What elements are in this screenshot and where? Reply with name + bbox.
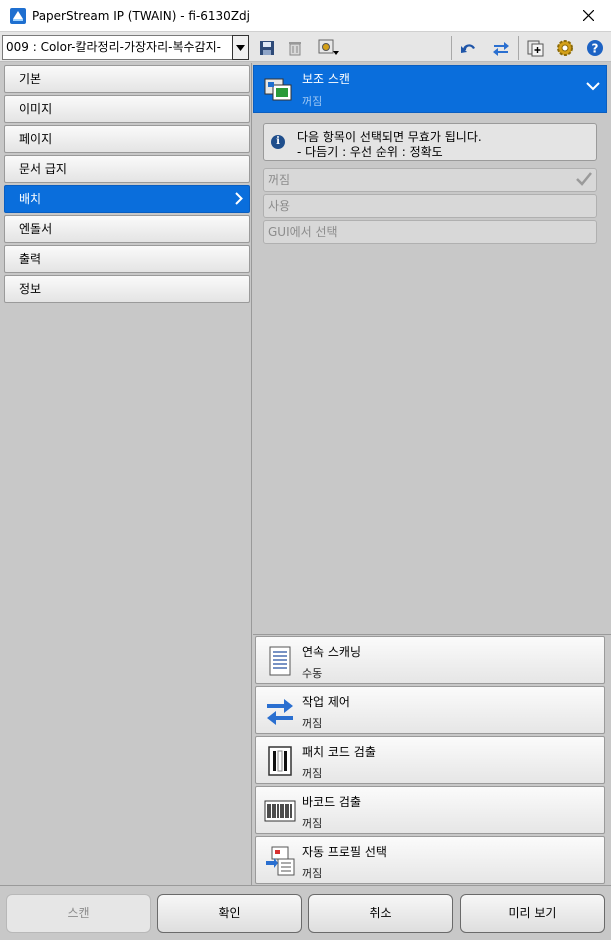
sidebar-item-label: 출력 (19, 252, 42, 266)
info-text-line2: - 다듬기 : 우선 순위 : 정확도 (297, 145, 443, 159)
cancel-button[interactable]: 취소 (308, 894, 453, 933)
sidebar-item-label: 기본 (19, 72, 42, 86)
sidebar-item-endorser[interactable]: 엔돌서 (4, 215, 250, 243)
undo-button[interactable] (458, 37, 480, 59)
panel-value: 꺼짐 (302, 95, 323, 108)
undo-icon (461, 44, 475, 53)
feature-title: 작업 제어 (302, 695, 350, 709)
feature-patch-code[interactable]: 패치 코드 검출 꺼짐 (255, 736, 605, 784)
feature-value: 꺼짐 (302, 767, 323, 780)
feature-title: 패치 코드 검출 (302, 745, 376, 759)
assist-scan-header[interactable]: 보조 스캔 꺼짐 (253, 65, 607, 113)
feature-title: 연속 스캐닝 (302, 645, 362, 659)
divider (253, 634, 611, 635)
ok-button[interactable]: 확인 (157, 894, 302, 933)
sidebar-item-output[interactable]: 출력 (4, 245, 250, 273)
feature-barcode[interactable]: 바코드 검출 꺼짐 (255, 786, 605, 834)
feature-value: 수동 (302, 667, 323, 680)
svg-text:?: ? (592, 42, 599, 56)
sidebar-item-paper-feed[interactable]: 문서 급지 (4, 155, 250, 183)
option-label: 사용 (268, 199, 291, 213)
sidebar: 기본 이미지 페이지 문서 급지 배치 엔돌서 출력 정보 (0, 63, 252, 885)
help-button[interactable]: ? (584, 37, 606, 59)
sidebar-item-label: 정보 (19, 282, 42, 296)
sidebar-item-batch[interactable]: 배치 (4, 185, 250, 213)
feature-job-control[interactable]: 작업 제어 꺼짐 (255, 686, 605, 734)
info-box: i 다음 항목이 선택되면 무효가 됩니다. - 다듬기 : 우선 순위 : 정… (263, 123, 597, 161)
preview-button[interactable]: 미리 보기 (460, 894, 605, 933)
delete-button[interactable] (284, 37, 306, 59)
add-profile-icon (527, 40, 544, 57)
sidebar-item-label: 배치 (19, 192, 42, 206)
close-button[interactable] (566, 0, 611, 31)
option-label: GUI에서 선택 (268, 225, 338, 239)
profile-manage-icon (318, 39, 339, 55)
sidebar-item-label: 페이지 (19, 132, 53, 146)
sidebar-item-page[interactable]: 페이지 (4, 125, 250, 153)
app-icon (10, 7, 26, 24)
chevron-down-icon (236, 44, 245, 51)
info-icon: i (271, 135, 285, 149)
chevron-down-icon (586, 82, 600, 91)
barcode-icon (264, 800, 296, 822)
feature-title: 자동 프로필 선택 (302, 845, 387, 859)
feature-value: 꺼짐 (302, 817, 323, 830)
swap-icon (493, 42, 509, 56)
close-icon (583, 10, 594, 21)
feature-continuous-scan[interactable]: 연속 스캐닝 수동 (255, 636, 605, 684)
option-use[interactable]: 사용 (263, 194, 597, 218)
chevron-right-icon (235, 192, 243, 205)
delete-icon (289, 42, 301, 56)
auto-profile-icon (266, 846, 295, 876)
option-label: 꺼짐 (268, 173, 291, 187)
title-bar: PaperStream IP (TWAIN) - fi-6130Zdj (0, 0, 611, 31)
feature-value: 꺼짐 (302, 867, 323, 880)
help-icon: ? (587, 40, 603, 56)
sidebar-item-label: 엔돌서 (19, 222, 53, 236)
swap-button[interactable] (490, 37, 512, 59)
save-button[interactable] (256, 37, 278, 59)
scan-button[interactable]: 스캔 (6, 894, 151, 933)
profile-select[interactable]: 009 : Color-칼라정리-가장자리-복수감지- (2, 35, 249, 60)
assist-scan-icon (264, 78, 292, 101)
job-control-icon (267, 699, 293, 725)
window-title: PaperStream IP (TWAIN) - fi-6130Zdj (32, 8, 250, 23)
profile-manage-button[interactable] (316, 37, 342, 59)
save-icon (260, 41, 274, 55)
sidebar-item-info[interactable]: 정보 (4, 275, 250, 303)
check-icon (576, 172, 592, 186)
continuous-scan-icon (269, 646, 291, 676)
profile-dropdown-button[interactable] (232, 35, 249, 60)
settings-button[interactable] (554, 37, 576, 59)
footer: 스캔 확인 취소 미리 보기 (0, 885, 611, 940)
sidebar-item-label: 이미지 (19, 102, 53, 116)
feature-title: 바코드 검출 (302, 795, 362, 809)
sidebar-item-label: 문서 급지 (19, 162, 67, 176)
sidebar-item-image[interactable]: 이미지 (4, 95, 250, 123)
option-select-in-gui[interactable]: GUI에서 선택 (263, 220, 597, 244)
add-profile-button[interactable] (524, 37, 546, 59)
settings-content: 보조 스캔 꺼짐 i 다음 항목이 선택되면 무효가 됩니다. - 다듬기 : … (253, 63, 611, 885)
panel-title: 보조 스캔 (302, 72, 350, 86)
feature-auto-profile[interactable]: 자동 프로필 선택 꺼짐 (255, 836, 605, 884)
sidebar-item-basic[interactable]: 기본 (4, 65, 250, 93)
option-off[interactable]: 꺼짐 (263, 168, 597, 192)
feature-value: 꺼짐 (302, 717, 323, 730)
toolbar: 009 : Color-칼라정리-가장자리-복수감지- ? (0, 31, 611, 62)
gear-icon (557, 40, 573, 56)
patch-code-icon (268, 746, 292, 776)
